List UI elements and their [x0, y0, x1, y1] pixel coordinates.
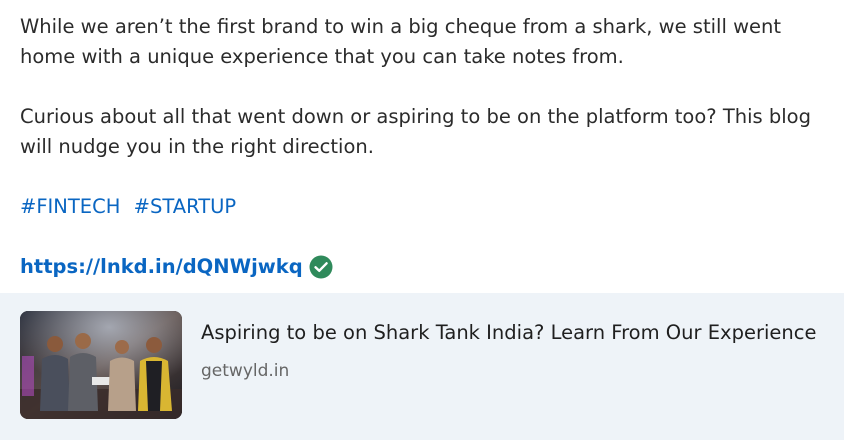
link-preview-domain: getwyld.in — [201, 361, 290, 381]
check-circle-icon — [309, 255, 333, 279]
post-paragraph-2: Curious about all that went down or aspi… — [20, 105, 811, 158]
post-text: While we aren’t the first brand to win a… — [20, 12, 830, 282]
hashtag-fintech[interactable]: #FINTECH — [20, 195, 120, 218]
link-row: https://lnkd.in/dQNWjwkq — [20, 252, 830, 282]
link-preview-card[interactable]: Aspiring to be on Shark Tank India? Lear… — [0, 293, 844, 440]
hashtag-row: #FINTECH #STARTUP — [20, 192, 830, 222]
link-preview-title[interactable]: Aspiring to be on Shark Tank India? Lear… — [201, 318, 821, 348]
check-circle-icon-svg — [309, 255, 333, 279]
photo-thumbnail-svg — [20, 311, 182, 419]
photo-thumbnail[interactable] — [20, 311, 182, 419]
hashtag-startup[interactable]: #STARTUP — [134, 195, 237, 218]
link-preview-body: Aspiring to be on Shark Tank India? Lear… — [201, 318, 821, 382]
post-link[interactable]: https://lnkd.in/dQNWjwkq — [20, 252, 303, 282]
post-paragraph-1: While we aren’t the first brand to win a… — [20, 15, 782, 68]
